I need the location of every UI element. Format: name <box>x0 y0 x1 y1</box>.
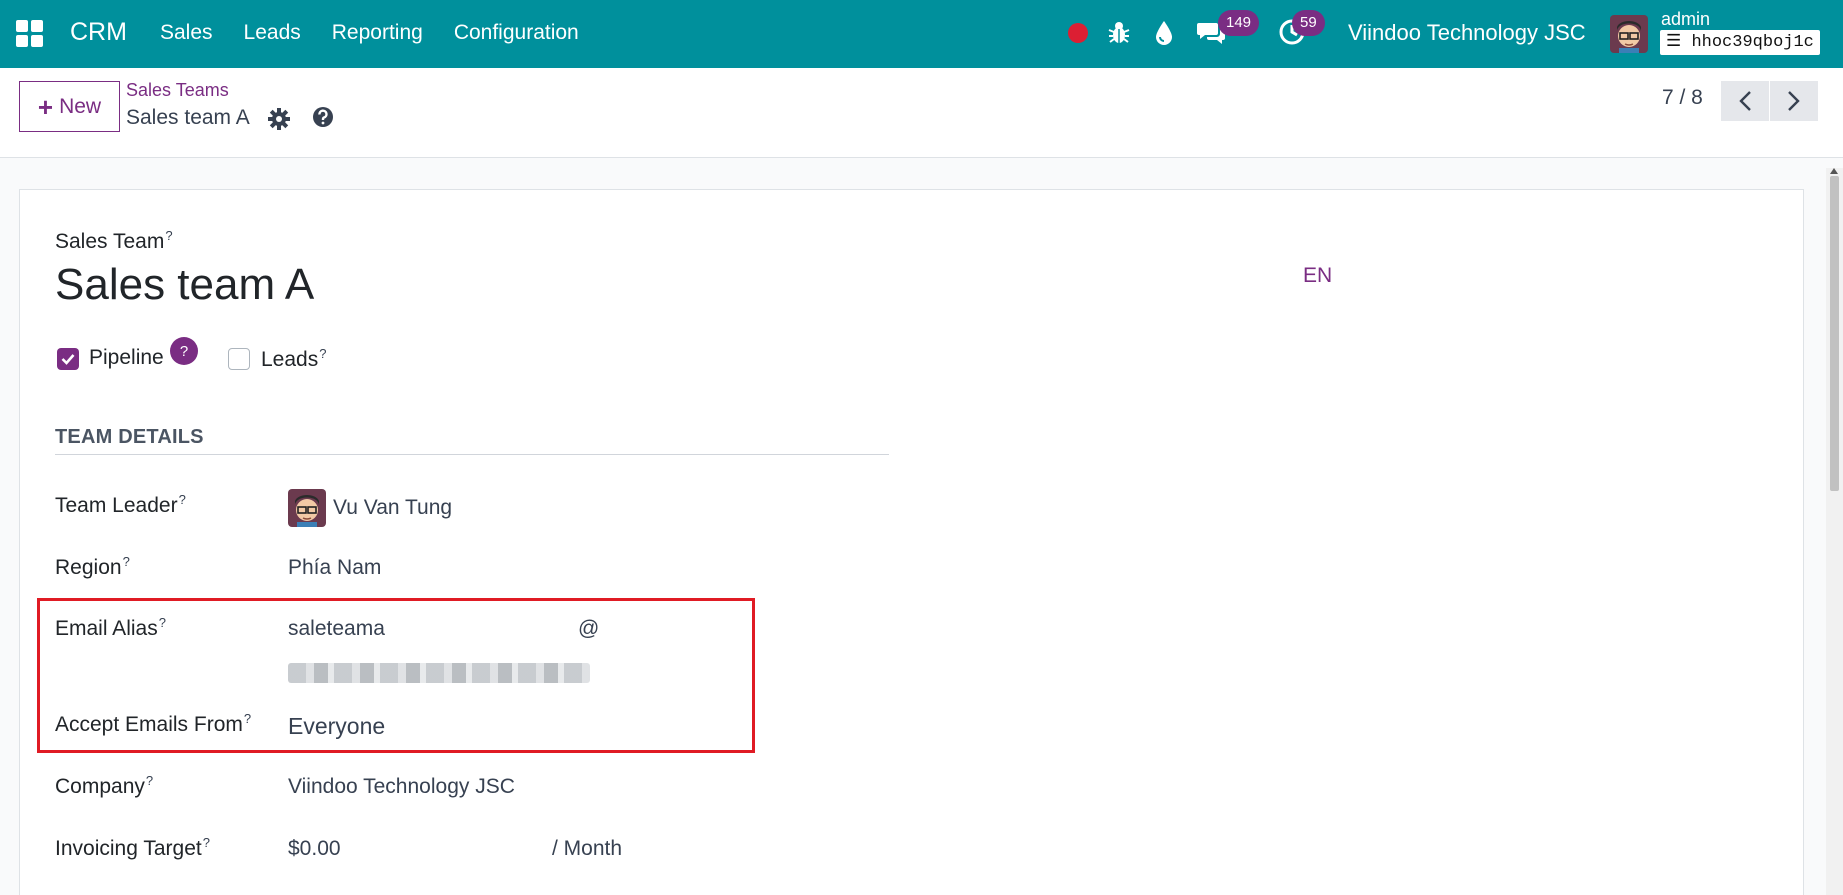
pager-next-button[interactable] <box>1770 81 1818 121</box>
help-question-icon[interactable] <box>312 106 334 133</box>
leads-checkbox[interactable] <box>228 348 250 370</box>
activities-badge: 59 <box>1292 10 1325 36</box>
leads-label[interactable]: Leads? <box>261 346 326 372</box>
company-switcher[interactable]: Viindoo Technology JSC <box>1348 20 1586 46</box>
help-tooltip-mark[interactable]: ? <box>146 773 153 788</box>
invoicing-target-input[interactable]: $0.00 <box>288 837 341 861</box>
team-leader-avatar[interactable] <box>288 489 326 527</box>
pipeline-checkbox[interactable] <box>57 348 79 370</box>
help-tooltip-mark[interactable]: ? <box>165 228 172 243</box>
pager-value[interactable]: 7 / 8 <box>1662 86 1703 110</box>
scroll-up-arrow-icon[interactable] <box>1830 168 1838 174</box>
highlight-annotation-box <box>37 598 755 753</box>
menu-item-leads[interactable]: Leads <box>244 21 301 45</box>
help-tooltip-mark[interactable]: ? <box>179 492 186 507</box>
top-navbar: CRM Sales Leads Reporting Configuration … <box>0 0 1843 68</box>
database-icon: ☰ <box>1666 33 1682 52</box>
chevron-left-icon <box>1739 91 1751 111</box>
section-divider <box>55 454 889 455</box>
apps-menu-icon[interactable] <box>16 20 43 47</box>
main-menu: Sales Leads Reporting Configuration <box>160 21 579 45</box>
breadcrumb-parent-link[interactable]: Sales Teams <box>126 80 229 101</box>
scrollbar-thumb[interactable] <box>1830 176 1839 491</box>
menu-item-configuration[interactable]: Configuration <box>454 21 579 45</box>
pager-previous-button[interactable] <box>1721 81 1769 121</box>
new-button-label: New <box>59 94 102 118</box>
recording-indicator-icon[interactable] <box>1068 23 1088 43</box>
team-leader-value[interactable]: Vu Van Tung <box>333 496 452 520</box>
new-record-button[interactable]: + New <box>19 81 120 132</box>
messages-badge: 149 <box>1218 10 1260 36</box>
plus-icon: + <box>37 91 54 122</box>
page-scrollbar[interactable] <box>1826 168 1843 895</box>
sales-team-label: Sales Team? <box>55 228 173 253</box>
help-tooltip-mark[interactable]: ? <box>123 554 130 569</box>
chevron-right-icon <box>1788 91 1800 111</box>
database-name: hhoc39qboj1c <box>1691 33 1814 52</box>
translate-language-button[interactable]: EN <box>1303 264 1332 288</box>
actions-gear-icon[interactable] <box>268 108 290 135</box>
company-label: Company? <box>55 773 154 798</box>
user-name[interactable]: admin <box>1661 9 1710 30</box>
help-tooltip-mark[interactable]: ? <box>319 346 326 361</box>
company-value[interactable]: Viindoo Technology JSC <box>288 775 515 799</box>
database-name-badge: ☰ hhoc39qboj1c <box>1660 30 1820 55</box>
user-avatar[interactable] <box>1610 15 1648 53</box>
sales-team-name-input[interactable]: Sales team A <box>55 260 314 310</box>
team-details-section-title: TEAM DETAILS <box>55 426 204 448</box>
breadcrumb-current: Sales team A <box>126 106 250 129</box>
control-panel: + New Sales Teams Sales team A 7 / 8 <box>0 68 1843 158</box>
menu-item-sales[interactable]: Sales <box>160 21 213 45</box>
pipeline-label[interactable]: Pipeline <box>89 346 164 370</box>
help-tooltip-mark[interactable]: ? <box>203 835 210 850</box>
check-icon <box>61 354 75 365</box>
menu-item-reporting[interactable]: Reporting <box>332 21 423 45</box>
app-brand[interactable]: CRM <box>70 18 127 47</box>
team-leader-label: Team Leader? <box>55 492 186 517</box>
invoicing-period-label: / Month <box>552 837 623 860</box>
region-label: Region? <box>55 554 130 579</box>
invoicing-target-label: Invoicing Target? <box>55 835 210 860</box>
region-value[interactable]: Phía Nam <box>288 556 381 580</box>
pipeline-help-bubble[interactable]: ? <box>170 337 198 365</box>
